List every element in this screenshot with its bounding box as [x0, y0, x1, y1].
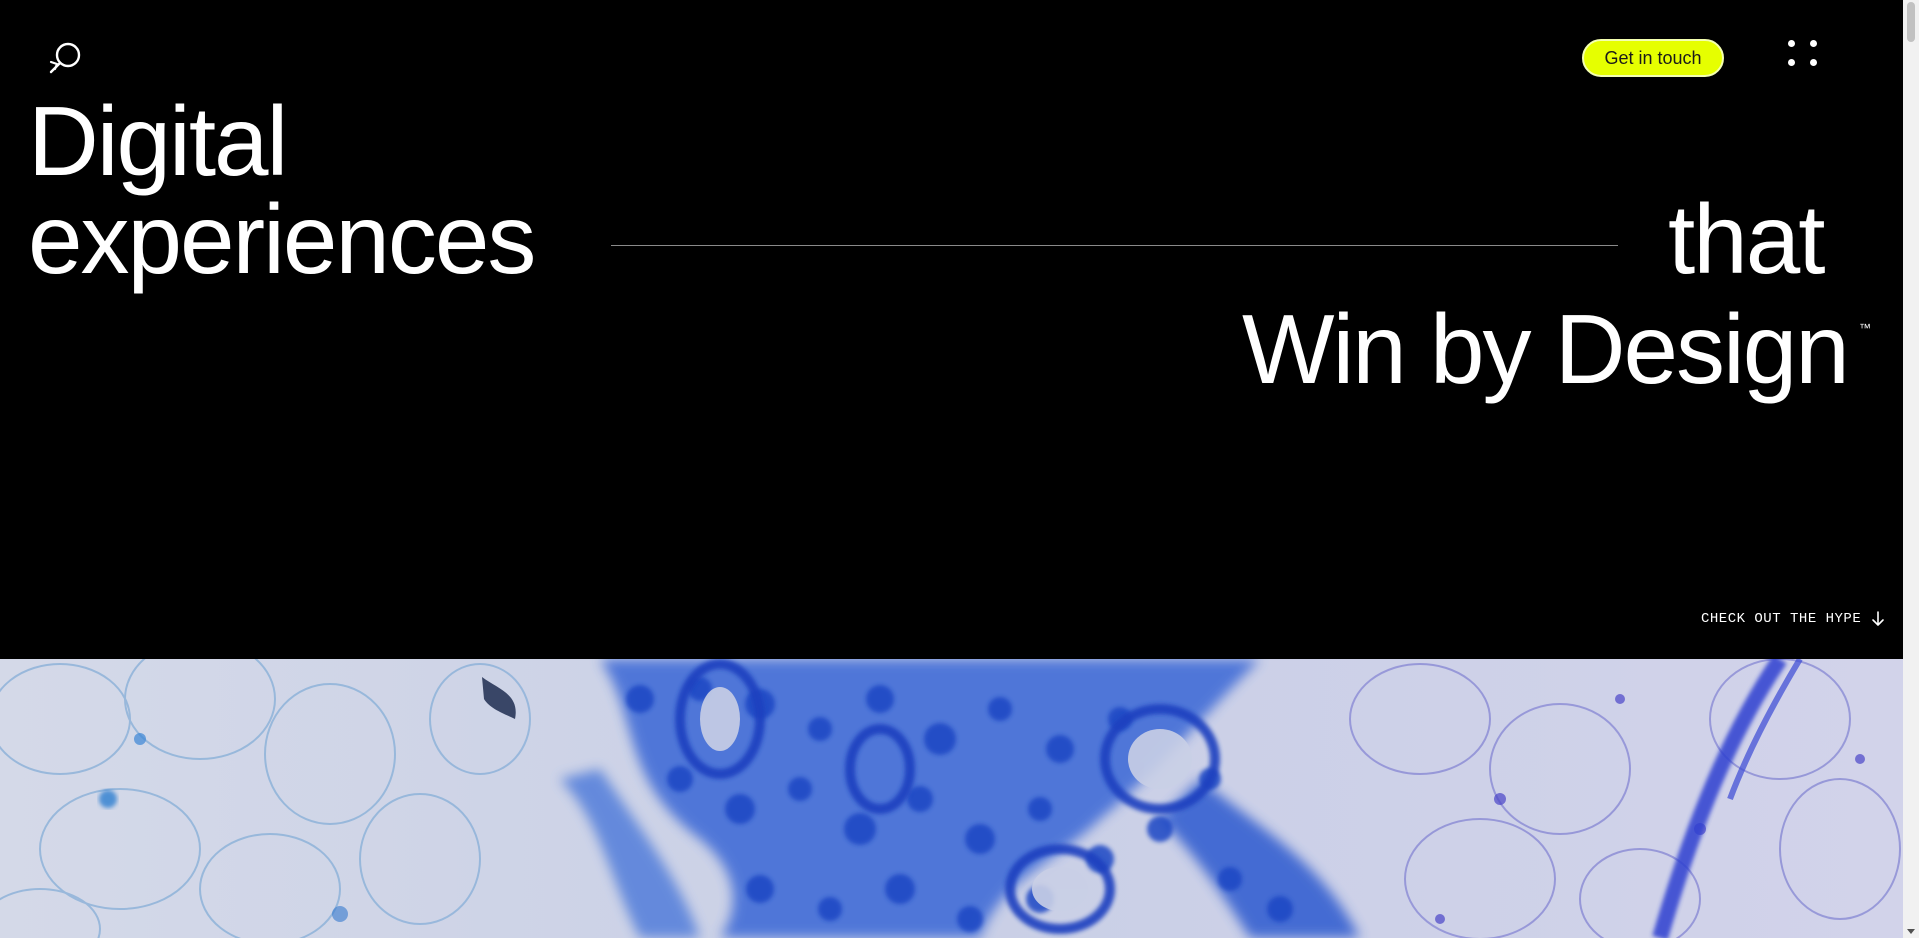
page: Get in touch Digital experiences that Wi…	[0, 0, 1919, 938]
scrollbar-thumb[interactable]	[1907, 2, 1915, 42]
arrow-down-icon	[1872, 611, 1885, 626]
hero-line-that: that	[1668, 184, 1825, 294]
get-in-touch-label: Get in touch	[1604, 47, 1702, 68]
logo[interactable]	[46, 38, 86, 78]
hero-section: Get in touch Digital experiences that Wi…	[0, 0, 1903, 938]
menu-button[interactable]	[1784, 36, 1824, 76]
trademark-symbol: ™	[1859, 321, 1871, 335]
microscopy-tissue-image	[0, 659, 1903, 938]
magnifier-star-logo-icon	[49, 42, 81, 74]
hero-line-win-by-design: Win by Design	[1242, 294, 1850, 404]
page-scrollbar[interactable]	[1903, 0, 1919, 938]
hero-divider-line	[611, 245, 1618, 246]
check-out-the-hype-label: CHECK OUT THE HYPE	[1701, 611, 1862, 627]
check-out-the-hype-link[interactable]: CHECK OUT THE HYPE	[1701, 609, 1885, 629]
hero-media-video	[0, 659, 1903, 938]
get-in-touch-button[interactable]: Get in touch	[1582, 39, 1724, 77]
hero-line-experiences: experiences	[28, 184, 536, 294]
scroll-down-arrow-icon[interactable]	[1907, 929, 1915, 934]
hero-line-digital: Digital	[28, 86, 288, 196]
